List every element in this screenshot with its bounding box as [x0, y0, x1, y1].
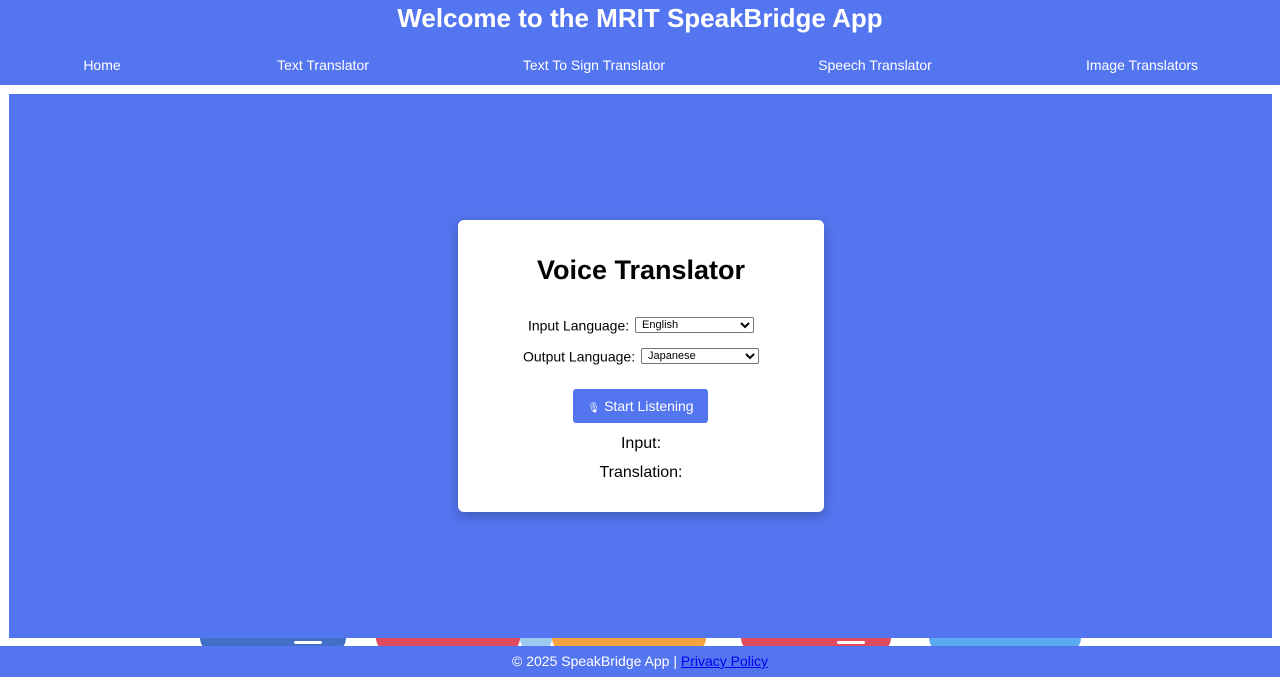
app-title: Welcome to the MRIT SpeakBridge App [397, 3, 883, 33]
start-listening-button[interactable]: 🎙 Start Listening [573, 389, 708, 423]
input-result: Input: [620, 435, 662, 452]
start-listening-label: Start Listening [604, 398, 694, 414]
illustration-figure [376, 638, 520, 646]
output-language-label: Output Language: [523, 348, 636, 365]
site-footer: © 2025 SpeakBridge App | Privacy Policy [0, 646, 1280, 677]
card-title: Voice Translator [536, 255, 746, 285]
translation-result: Translation: [599, 464, 683, 481]
illustration-figure [552, 638, 706, 646]
footer-copyright: © 2025 SpeakBridge App | [512, 653, 681, 669]
illustration-figure [520, 638, 552, 646]
output-language-select[interactable]: Japanese [641, 348, 759, 365]
microphone-icon: 🎙 [587, 403, 601, 414]
nav-text-translator[interactable]: Text Translator [277, 54, 369, 76]
output-language-row: Output Language: Japanese [458, 347, 824, 365]
illustration-figure [200, 638, 346, 646]
illustration-figure [929, 638, 1081, 646]
nav-image-translators[interactable]: Image Translators [1086, 54, 1198, 76]
main-nav: Home Text Translator Text To Sign Transl… [0, 54, 1280, 76]
input-language-row: Input Language: English [458, 316, 824, 334]
site-header: Welcome to the MRIT SpeakBridge App Home… [0, 0, 1280, 85]
privacy-policy-link[interactable]: Privacy Policy [681, 653, 768, 669]
nav-home[interactable]: Home [83, 54, 120, 76]
voice-translator-card: Voice Translator Input Language: English… [458, 220, 824, 512]
illustration-figure [741, 638, 891, 646]
input-language-label: Input Language: [527, 317, 630, 334]
background-illustration [0, 638, 1280, 646]
nav-text-to-sign-translator[interactable]: Text To Sign Translator [523, 54, 665, 76]
nav-speech-translator[interactable]: Speech Translator [818, 54, 932, 76]
input-language-select[interactable]: English [635, 317, 755, 334]
